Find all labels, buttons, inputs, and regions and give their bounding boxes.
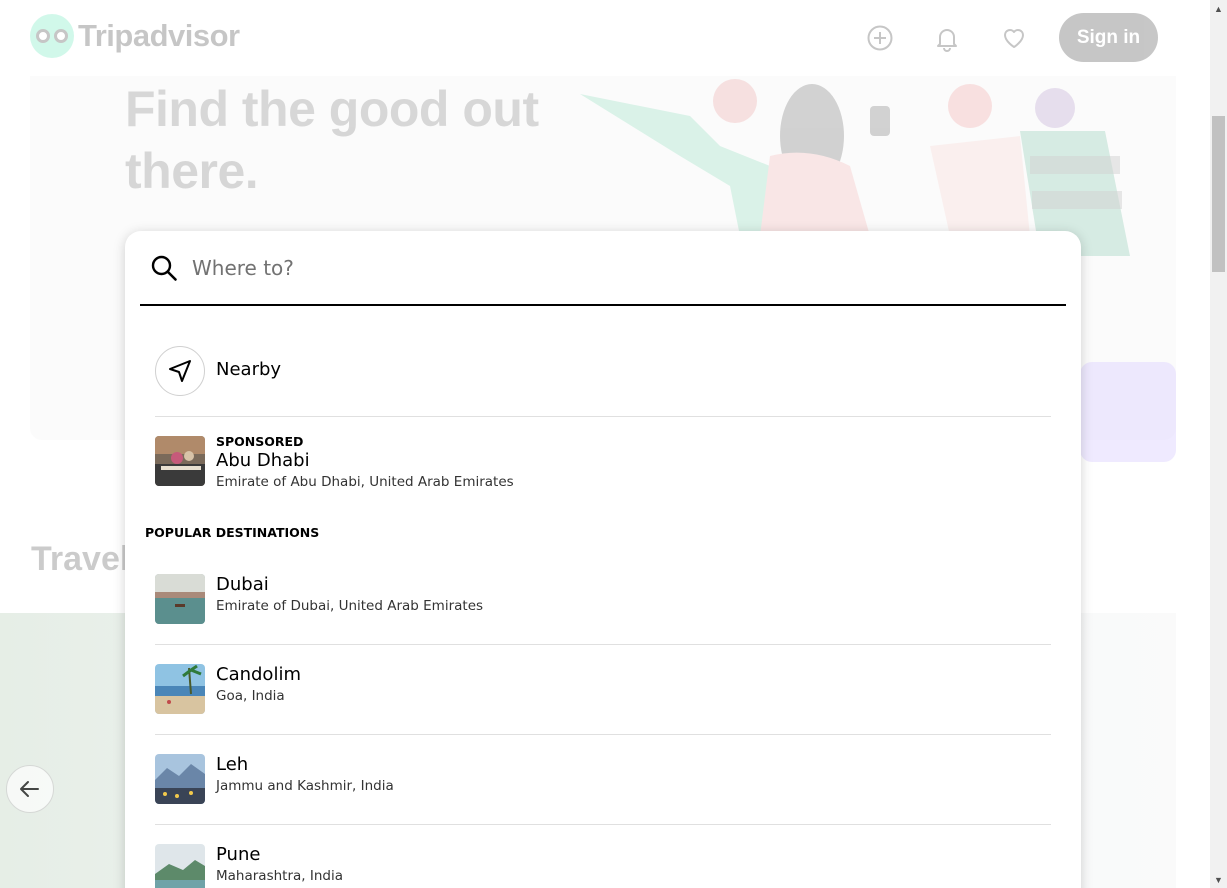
destination-location: Emirate of Dubai, United Arab Emirates: [216, 598, 484, 614]
search-dropdown: Nearby SPONSORED Abu Dhabi Emirate of Ab…: [125, 231, 1081, 888]
nearby-label: Nearby: [216, 359, 282, 380]
logo-text: Tripadvisor: [78, 18, 240, 53]
tripadvisor-logo[interactable]: Tripadvisor: [30, 14, 240, 58]
bell-icon[interactable]: [925, 14, 969, 62]
scrollbar-thumb[interactable]: [1212, 116, 1225, 272]
destination-location: Jammu and Kashmir, India: [216, 778, 394, 794]
leh-thumbnail: [155, 754, 205, 804]
sign-in-button[interactable]: Sign in: [1059, 13, 1158, 62]
owl-logo-icon: [30, 14, 74, 58]
carousel-prev-button[interactable]: [6, 765, 54, 813]
abu-dhabi-thumbnail: [155, 436, 205, 486]
destination-name: Leh: [216, 754, 249, 775]
destination-item[interactable]: Candolim Goa, India: [155, 651, 1051, 735]
destination-location: Emirate of Abu Dhabi, United Arab Emirat…: [216, 474, 514, 490]
destination-item[interactable]: Dubai Emirate of Dubai, United Arab Emir…: [155, 561, 1051, 645]
destination-name: Candolim: [216, 664, 301, 685]
sponsored-badge: SPONSORED: [216, 434, 304, 449]
scroll-down-arrow-icon[interactable]: ▼: [1210, 871, 1227, 888]
scroll-up-arrow-icon[interactable]: ▲: [1210, 0, 1227, 17]
nearby-circle: [155, 346, 205, 396]
dubai-thumbnail: [155, 574, 205, 624]
popular-destinations-heading: POPULAR DESTINATIONS: [145, 525, 320, 540]
search-icon: [140, 244, 188, 292]
header-actions: Sign in: [858, 13, 1158, 62]
navigation-arrow-icon: [169, 360, 191, 382]
destination-location: Maharashtra, India: [216, 868, 343, 884]
section-title: Travel: [31, 540, 130, 578]
vertical-scrollbar[interactable]: ▲ ▼: [1210, 0, 1227, 888]
destination-name: Abu Dhabi: [216, 450, 310, 471]
destination-name: Pune: [216, 844, 261, 865]
nearby-option[interactable]: Nearby: [155, 331, 1051, 417]
destination-item[interactable]: Leh Jammu and Kashmir, India: [155, 741, 1051, 825]
search-bar: [140, 231, 1066, 306]
suitcase-illustration: [1080, 362, 1176, 462]
hero-title: Find the good out there.: [125, 81, 539, 199]
pune-thumbnail: [155, 844, 205, 888]
arrow-left-icon: [20, 781, 39, 797]
search-input[interactable]: [192, 255, 1012, 280]
candolim-thumbnail: [155, 664, 205, 714]
destination-item[interactable]: Pune Maharashtra, India: [155, 831, 1051, 888]
plus-circle-icon[interactable]: [858, 14, 902, 62]
heart-icon[interactable]: [992, 14, 1036, 62]
destination-name: Dubai: [216, 574, 269, 595]
sponsored-item[interactable]: SPONSORED Abu Dhabi Emirate of Abu Dhabi…: [155, 434, 1051, 494]
destination-location: Goa, India: [216, 688, 285, 704]
site-header: Tripadvisor Sign in: [0, 0, 1210, 76]
